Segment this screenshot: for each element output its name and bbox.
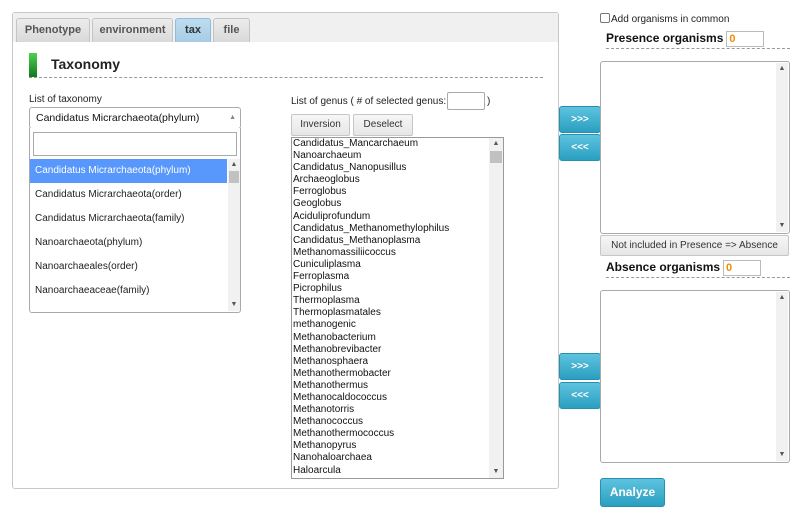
genus-item[interactable]: Picrophilus bbox=[292, 283, 488, 295]
taxonomy-option[interactable]: Nanoarchaeota(phylum) bbox=[30, 231, 227, 255]
scrollbar-thumb[interactable] bbox=[490, 151, 502, 163]
genus-item[interactable]: Methanobacterium bbox=[292, 332, 488, 344]
chevron-up-icon: ▲ bbox=[492, 140, 500, 147]
remove-from-presence-button[interactable]: <<< bbox=[559, 134, 601, 161]
absence-title-text: Absence organisms bbox=[606, 260, 721, 274]
caret-up-icon: ▲ bbox=[229, 114, 236, 121]
tab-file[interactable]: file bbox=[213, 18, 250, 42]
genus-item[interactable]: Methanococcus bbox=[292, 416, 488, 428]
genus-item[interactable]: Candidatus_Mancarchaeum bbox=[292, 138, 488, 150]
chevron-down-icon: ▼ bbox=[230, 301, 238, 308]
genus-item[interactable]: Candidatus_Methanoplasma bbox=[292, 235, 488, 247]
genus-item[interactable]: Methanobrevibacter bbox=[292, 344, 488, 356]
deselect-button[interactable]: Deselect bbox=[353, 114, 413, 136]
presence-list[interactable]: ▲ ▼ bbox=[600, 61, 790, 234]
presence-title: Presence organisms 0 bbox=[606, 31, 765, 49]
genus-item[interactable]: Methanomassiliicoccus bbox=[292, 247, 488, 259]
genus-item[interactable]: Methanothermobacter bbox=[292, 368, 488, 380]
tab-phenotype[interactable]: Phenotype bbox=[16, 18, 90, 42]
absence-title: Absence organisms 0 bbox=[606, 260, 762, 278]
inversion-button[interactable]: Inversion bbox=[291, 114, 350, 136]
genus-item[interactable]: Thermoplasmatales bbox=[292, 307, 488, 319]
genus-item[interactable]: Methanocaldococcus bbox=[292, 392, 488, 404]
genus-item[interactable]: Cuniculiplasma bbox=[292, 259, 488, 271]
genus-item[interactable]: Nanohaloarchaea bbox=[292, 452, 488, 464]
absence-divider bbox=[606, 277, 790, 278]
genus-item[interactable]: Ferroglobus bbox=[292, 186, 488, 198]
chevron-down-icon: ▼ bbox=[492, 468, 500, 475]
genus-item[interactable]: Thermoplasma bbox=[292, 295, 488, 307]
remove-from-absence-button[interactable]: <<< bbox=[559, 382, 601, 409]
taxonomy-search-input[interactable] bbox=[33, 132, 237, 156]
genus-item[interactable]: methanogenic bbox=[292, 319, 488, 331]
taxonomy-selected-value: Candidatus Micrarchaeota(phylum) bbox=[36, 112, 200, 124]
taxonomy-option[interactable]: Nanoarchaeaceae(family) bbox=[30, 279, 227, 303]
genus-item[interactable]: Nanoarchaeum bbox=[292, 150, 488, 162]
genus-item[interactable]: Methanopyrus bbox=[292, 440, 488, 452]
presence-title-text: Presence organisms bbox=[606, 31, 724, 45]
genus-label-suffix: ) bbox=[487, 96, 491, 107]
tab-environment[interactable]: environment bbox=[92, 18, 173, 42]
genus-item[interactable]: Geoglobus bbox=[292, 198, 488, 210]
main-panel: Phenotype environment tax file Taxonomy … bbox=[12, 12, 559, 489]
taxonomy-dropdown: Candidatus Micrarchaeota(phylum) Candida… bbox=[29, 128, 241, 313]
genus-item[interactable]: Aciduliprofundum bbox=[292, 211, 488, 223]
absence-scrollbar[interactable]: ▲ ▼ bbox=[776, 292, 788, 461]
chevron-up-icon: ▲ bbox=[778, 294, 786, 301]
taxonomy-option[interactable]: Candidatus Micrarchaeota(family) bbox=[30, 207, 227, 231]
tab-tax[interactable]: tax bbox=[175, 18, 211, 42]
section-marker bbox=[29, 53, 37, 77]
analyze-button[interactable]: Analyze bbox=[600, 478, 665, 507]
genus-item[interactable]: Methanothermococcus bbox=[292, 428, 488, 440]
taxonomy-options: Candidatus Micrarchaeota(phylum) Candida… bbox=[30, 159, 227, 303]
presence-scrollbar[interactable]: ▲ ▼ bbox=[776, 63, 788, 232]
genus-items: Candidatus_Mancarchaeum Nanoarchaeum Candi… bbox=[292, 138, 488, 477]
genus-item[interactable]: Candidatus_Nanopusillus bbox=[292, 162, 488, 174]
taxonomy-select[interactable]: Candidatus Micrarchaeota(phylum) ▲ bbox=[29, 107, 241, 129]
add-common-row: Add organisms in common bbox=[600, 13, 729, 25]
taxonomy-option[interactable]: Candidatus Micrarchaeota(order) bbox=[30, 183, 227, 207]
selected-genus-count[interactable] bbox=[447, 92, 485, 110]
taxonomy-scrollbar[interactable]: ▲ ▼ bbox=[228, 159, 240, 311]
add-to-absence-button[interactable]: >>> bbox=[559, 353, 601, 380]
section-title-text: Taxonomy bbox=[51, 56, 120, 72]
genus-item[interactable]: Ferroplasma bbox=[292, 271, 488, 283]
chevron-up-icon: ▲ bbox=[230, 161, 238, 168]
scrollbar-thumb[interactable] bbox=[229, 171, 239, 183]
genus-scrollbar[interactable]: ▲ ▼ bbox=[489, 138, 503, 478]
presence-count: 0 bbox=[726, 31, 765, 47]
absence-count: 0 bbox=[723, 260, 762, 276]
genus-item[interactable]: Methanotorris bbox=[292, 404, 488, 416]
add-common-checkbox[interactable] bbox=[600, 13, 610, 23]
genus-item[interactable]: Methanothermus bbox=[292, 380, 488, 392]
section-title: Taxonomy bbox=[29, 53, 543, 78]
genus-item[interactable]: Methanosphaera bbox=[292, 356, 488, 368]
tab-bar: Phenotype environment tax file bbox=[13, 13, 558, 42]
chevron-down-icon: ▼ bbox=[778, 451, 786, 458]
chevron-down-icon: ▼ bbox=[778, 222, 786, 229]
genus-item[interactable]: Haloarcula bbox=[292, 465, 488, 477]
chevron-up-icon: ▲ bbox=[778, 65, 786, 72]
genus-list: Candidatus_Mancarchaeum Nanoarchaeum Candi… bbox=[291, 137, 504, 479]
taxonomy-label: List of taxonomy bbox=[29, 94, 102, 105]
presence-divider bbox=[606, 48, 790, 49]
absence-list[interactable]: ▲ ▼ bbox=[600, 290, 790, 463]
taxonomy-option[interactable]: Nanoarchaeales(order) bbox=[30, 255, 227, 279]
add-common-label: Add organisms in common bbox=[611, 14, 730, 25]
genus-label-prefix: List of genus ( # of selected genus: bbox=[291, 96, 447, 107]
taxonomy-option[interactable]: Candidatus Micrarchaeota(phylum) bbox=[30, 159, 227, 183]
genus-item[interactable]: Archaeoglobus bbox=[292, 174, 488, 186]
not-included-to-absence-button[interactable]: Not included in Presence => Absence bbox=[600, 235, 789, 256]
genus-item[interactable]: Candidatus_Methanomethylophilus bbox=[292, 223, 488, 235]
add-to-presence-button[interactable]: >>> bbox=[559, 106, 601, 133]
genus-label: List of genus ( # of selected genus: bbox=[291, 96, 446, 107]
